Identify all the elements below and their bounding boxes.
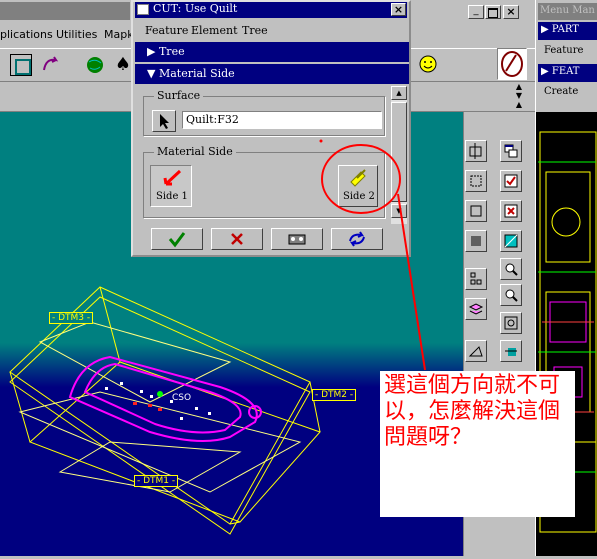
dtm3-text-end: - [84, 313, 91, 323]
datum-point-icon[interactable] [465, 200, 487, 222]
side-1-label: Side 1 [156, 191, 188, 202]
material-side-group-label: Material Side [154, 145, 236, 158]
preview-button[interactable] [271, 228, 323, 250]
dtm1-name: DTM1 [143, 476, 170, 486]
datum-axis-icon[interactable] [465, 170, 487, 192]
side-1-arrow-icon [163, 169, 182, 186]
datum-label-dtm3: - DTM3 - [49, 312, 94, 324]
triangle-right-icon: ▶ [541, 24, 552, 35]
datum-plane-icon[interactable] [465, 140, 487, 162]
tree-section-header[interactable]: ▶ Tree [135, 42, 409, 62]
menu-item-part-label: PART [551, 24, 579, 35]
refresh-arrows-icon [349, 231, 365, 247]
orient-icon[interactable] [500, 340, 522, 362]
x-cancel-icon [231, 233, 243, 245]
scroll-up-button[interactable]: ▲ [391, 86, 407, 100]
triangle-right-icon: ▶ [147, 45, 159, 58]
dialog-menu-tree[interactable]: Tree [242, 24, 268, 37]
menu-manager-title: Menu Man [538, 3, 597, 20]
dialog-app-icon [137, 4, 149, 15]
material-side-group: Material Side Side 1 Side 2 [143, 145, 385, 218]
menu-item-create[interactable]: Create [544, 86, 578, 97]
main-title-strip [0, 2, 130, 20]
dtm2-name: DTM2 [321, 390, 348, 400]
refit-icon[interactable] [500, 312, 522, 334]
dtm2-text-end: - [347, 390, 354, 400]
smiley-icon [417, 53, 439, 75]
menu-applications[interactable]: plications [0, 28, 53, 41]
display-icon[interactable] [500, 230, 522, 252]
zoom-out-icon[interactable] [500, 284, 522, 306]
dialog-title: CUT: Use Quilt [153, 2, 238, 15]
side-2-arrow-icon [350, 169, 366, 187]
triangle-down-icon: ▼ [147, 67, 159, 80]
menu-item-feat-label: FEAT [551, 66, 580, 77]
material-side-section-label: Material Side [158, 67, 235, 80]
layers-icon[interactable] [465, 298, 487, 320]
dialog-title-bar: CUT: Use Quilt × [135, 2, 407, 18]
dialog-scrollbar[interactable]: ▲ ▼ [391, 86, 407, 224]
zoom-in-icon[interactable] [500, 258, 522, 280]
scroll-down-button[interactable]: ▼ [391, 204, 407, 218]
preview-icon [288, 234, 306, 245]
close-main-button[interactable]: × [503, 5, 519, 19]
annotation-text: 選這個方向就不可以，怎麼解決這個問題呀？ [384, 373, 561, 450]
datum-label-dtm2: - DTM2 - [312, 389, 357, 401]
tree-section-label: Tree [158, 45, 185, 58]
menu-item-feat[interactable]: ▶ FEAT [538, 64, 597, 82]
menu-item-feature[interactable]: Feature [544, 45, 583, 56]
surface-select-button[interactable] [152, 110, 176, 132]
check-window-icon[interactable] [500, 170, 522, 192]
grid-icon[interactable] [465, 268, 487, 290]
menu-utilities[interactable]: Utilities [56, 28, 97, 41]
ok-button[interactable] [151, 228, 203, 250]
close-window-icon[interactable] [500, 200, 522, 222]
part-label-cso: CSO [172, 393, 192, 403]
cut-use-quilt-dialog: CUT: Use Quilt × Feature Element Tree ▶ … [131, 0, 411, 257]
surface-value-field[interactable]: Quilt:F32 [182, 111, 382, 129]
windows-icon[interactable] [500, 140, 522, 162]
minimize-button[interactable]: _ [468, 5, 484, 19]
side-2-button[interactable]: Side 2 [338, 165, 378, 207]
scroll-arrows[interactable]: ▲ ▼ ▲ [510, 82, 528, 109]
toolbar-icon-spin[interactable] [40, 54, 64, 76]
menu-item-part[interactable]: ▶ PART [538, 22, 597, 40]
side-1-button[interactable]: Side 1 [150, 165, 192, 207]
cancel-button[interactable] [211, 228, 263, 250]
surface-group: Surface Quilt:F32 [143, 89, 385, 136]
dialog-menu-element[interactable]: Element [191, 24, 238, 37]
globe-icon[interactable] [84, 54, 106, 76]
side-2-label: Side 2 [343, 191, 375, 202]
right-toolbar-scroll: ▲ ▼ ▲ [510, 82, 528, 112]
dialog-menu-bar: Feature Element Tree [135, 20, 407, 40]
dialog-content-area: Surface Quilt:F32 Material Side Side 1 S… [135, 86, 391, 224]
shaded-icon[interactable] [465, 230, 487, 252]
material-side-section-header[interactable]: ▼ Material Side [135, 64, 409, 84]
checkmark-icon [168, 232, 186, 248]
main-window-controls: _ × [468, 5, 534, 21]
dtm3-name: DTM3 [58, 313, 85, 323]
triangle-right-icon-2: ▶ [541, 66, 552, 77]
dtm1-text-end: - [169, 476, 176, 486]
surface-group-label: Surface [154, 89, 204, 102]
datum-label-dtm1: - DTM1 - [134, 475, 179, 487]
sketch-icon[interactable] [465, 340, 487, 362]
toolbar-icon-select[interactable] [10, 54, 32, 76]
arrow-cursor-icon [160, 114, 169, 129]
annotation-note: 選這個方向就不可以，怎麼解決這個問題呀？ [380, 371, 575, 517]
maximize-button[interactable] [485, 5, 501, 19]
refresh-button[interactable] [331, 228, 383, 250]
dialog-close-button[interactable]: × [391, 3, 406, 16]
pro-e-logo [497, 48, 527, 80]
dialog-menu-feature[interactable]: Feature [145, 24, 188, 37]
menu-mapkeys[interactable]: Mapk [104, 28, 134, 41]
scroll-thumb[interactable] [391, 102, 407, 202]
main-menu-bar: plications Utilities Mapk [0, 24, 135, 44]
